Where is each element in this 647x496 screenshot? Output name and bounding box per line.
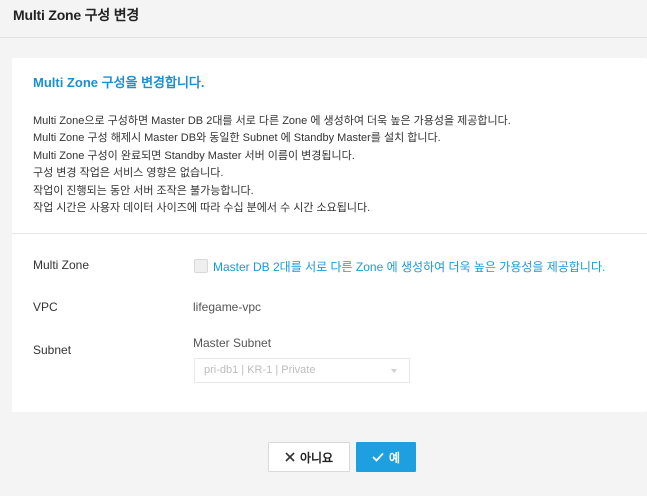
modal-title: Multi Zone 구성 변경 xyxy=(13,7,140,23)
description-line: Multi Zone 구성이 완료되면 Standby Master 서버 이름… xyxy=(33,149,355,162)
no-button[interactable]: 아니요 xyxy=(268,442,350,472)
description-line: 구성 변경 작업은 서비스 영향은 없습니다. xyxy=(33,167,224,180)
chevron-down-icon xyxy=(391,369,397,373)
close-icon xyxy=(285,452,295,462)
modal-header: Multi Zone 구성 변경 xyxy=(0,0,647,38)
multi-zone-label: Multi Zone xyxy=(33,258,90,272)
yes-button[interactable]: 예 xyxy=(356,442,416,472)
multi-zone-checkbox-label[interactable]: Master DB 2대를 서로 다른 Zone 에 생성하여 더욱 높은 가용… xyxy=(213,258,605,275)
description-line: Multi Zone 구성 해제시 Master DB와 동일한 Subnet … xyxy=(33,132,441,145)
vpc-label: VPC xyxy=(33,300,58,314)
check-icon xyxy=(372,452,384,462)
yes-button-label: 예 xyxy=(388,450,401,465)
card-heading: Multi Zone 구성을 변경합니다. xyxy=(33,75,205,90)
divider xyxy=(12,233,647,234)
master-subnet-select[interactable]: pri-db1 | KR-1 | Private xyxy=(194,358,410,383)
subnet-label: Subnet xyxy=(33,343,72,357)
no-button-label: 아니요 xyxy=(299,450,334,465)
multi-zone-checkbox[interactable] xyxy=(194,259,208,273)
master-subnet-title: Master Subnet xyxy=(193,336,272,350)
content-card: Multi Zone 구성을 변경합니다. Multi Zone으로 구성하면 … xyxy=(12,58,647,412)
description-line: 작업이 진행되는 동안 서버 조작은 불가능합니다. xyxy=(33,184,254,197)
master-subnet-selected: pri-db1 | KR-1 | Private xyxy=(204,364,316,376)
description-list: Multi Zone으로 구성하면 Master DB 2대를 서로 다른 Zo… xyxy=(33,113,511,217)
description-line: 작업 시간은 사용자 데이터 사이즈에 따라 수십 분에서 수 시간 소요됩니다… xyxy=(33,202,371,215)
description-line: Multi Zone으로 구성하면 Master DB 2대를 서로 다른 Zo… xyxy=(33,115,511,127)
vpc-value: lifegame-vpc xyxy=(193,300,262,314)
